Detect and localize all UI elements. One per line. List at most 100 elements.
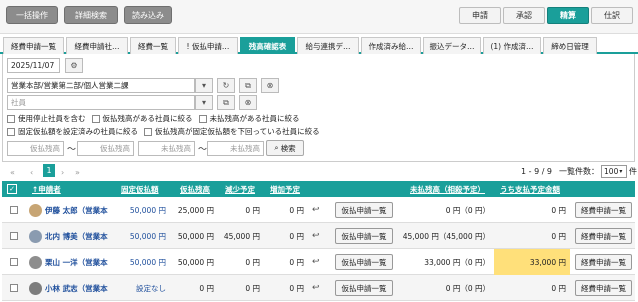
tab-transfer-data[interactable]: 振込データ… (423, 37, 481, 54)
bulk-action-button[interactable]: 一括操作 (6, 6, 58, 24)
applicant-name[interactable]: 小林 武志（営業本 (45, 283, 108, 294)
chevron-down-icon: ▾ (619, 168, 623, 175)
tab-closing-dates[interactable]: 締め日管理 (543, 37, 597, 54)
header-fixed-advance[interactable]: 固定仮払額 (121, 181, 159, 197)
unpaid-balance-max-input[interactable]: 未払残高 (207, 141, 264, 156)
advance-list-button[interactable]: 仮払申請一覧 (335, 228, 393, 244)
fixed-advance-value[interactable]: 50,000 円 (114, 197, 166, 223)
pager-first[interactable]: « (10, 166, 15, 178)
avatar (29, 229, 42, 243)
applicant-name[interactable]: 北内 博美（営業本 (45, 231, 108, 242)
employee-select[interactable]: 社員 (7, 95, 195, 110)
applicant-cell[interactable]: 小林 武志（営業本 (29, 275, 108, 301)
tab-advance-requests[interactable]: ! 仮払申請… (178, 37, 238, 54)
header-unpaid-balance[interactable]: 未払残高（相殺予定） (410, 181, 485, 197)
fixed-advance-value[interactable]: 50,000 円 (114, 249, 166, 275)
settings-icon[interactable]: ⚙ (65, 58, 83, 73)
advance-balance-max-input[interactable]: 仮払残高 (77, 141, 134, 156)
header-applicant[interactable]: ↑申請者 (32, 181, 61, 197)
tab-expense-list[interactable]: 経費申請一覧 (3, 37, 64, 54)
avatar (29, 255, 42, 269)
undo-icon[interactable]: ↩ (312, 223, 320, 249)
undo-icon[interactable]: ↩ (312, 275, 320, 301)
advanced-search-button[interactable]: 詳細検索 (64, 6, 118, 24)
undo-icon[interactable]: ↩ (312, 197, 320, 223)
import-button[interactable]: 読み込み (124, 6, 172, 24)
applicant-cell[interactable]: 北内 博美（営業本 (29, 223, 108, 249)
pager-prev[interactable]: ‹ (30, 166, 33, 178)
tab-created-payroll[interactable]: 作成済み給… (361, 37, 421, 54)
applicant-name[interactable]: 伊藤 太郎（営業本 (45, 205, 108, 216)
expense-list-button[interactable]: 経費申請一覧 (575, 228, 632, 244)
tab-payroll-link[interactable]: 給与連携デ… (297, 37, 359, 54)
header-decrease-planned[interactable]: 減少予定 (225, 181, 255, 197)
clear-icon[interactable]: ⊗ (261, 78, 279, 93)
tab-expense-items[interactable]: 経費一覧 (130, 37, 176, 54)
mode-settle-button[interactable]: 精算 (547, 7, 589, 24)
row-checkbox[interactable] (10, 223, 21, 249)
tab-balance-check[interactable]: 残高確認表 (240, 37, 295, 54)
select-all-checkbox[interactable]: ✓ (7, 184, 17, 194)
expense-list-button[interactable]: 経費申請一覧 (575, 202, 632, 218)
pager-current-page[interactable]: 1 (43, 164, 55, 177)
expense-list-button[interactable]: 経費申請一覧 (575, 254, 632, 270)
advance-list-button[interactable]: 仮払申請一覧 (335, 202, 393, 218)
pager-next[interactable]: › (61, 166, 64, 178)
decrease-planned-value: 45,000 円 (223, 231, 260, 241)
advance-balance-value: 25,000 円 (177, 205, 214, 215)
fixed-advance-value[interactable]: 設定なし (114, 275, 166, 301)
increase-planned-value: 0 円 (289, 205, 304, 215)
copy-icon[interactable]: ⧉ (239, 78, 257, 93)
refresh-icon[interactable]: ↻ (217, 78, 235, 93)
expense-list-button[interactable]: 経費申請一覧 (575, 280, 632, 296)
tab-created-transfers[interactable]: (1) 作成済… (483, 37, 541, 54)
filter-checkboxes-row1: 使用停止社員を含む 仮払残高がある社員に絞る 未払残高がある社員に絞る (7, 113, 300, 124)
mode-approve-button[interactable]: 承認 (503, 7, 545, 24)
decrease-planned-value: 0 円 (245, 205, 260, 215)
include-inactive-label: 使用停止社員を含む (18, 114, 86, 123)
advance-list-button[interactable]: 仮払申請一覧 (335, 254, 393, 270)
mode-apply-button[interactable]: 申請 (459, 7, 501, 24)
include-inactive-checkbox[interactable] (7, 114, 15, 123)
date-input[interactable]: 2025/11/07 (7, 58, 60, 73)
undo-icon[interactable]: ↩ (312, 249, 320, 275)
per-page-select[interactable]: 100 ▾ (601, 165, 628, 178)
tab-expense-by-employee[interactable]: 経費申請社… (66, 37, 128, 54)
fixed-advance-set-checkbox[interactable] (7, 127, 15, 136)
advance-list-button[interactable]: 仮払申請一覧 (335, 280, 393, 296)
pager-last[interactable]: » (75, 166, 80, 178)
applicant-name[interactable]: 栗山 一洋（営業本 (45, 257, 108, 268)
advance-balance-value: 0 円 (199, 283, 214, 293)
record-range: 1 - 9 / 9 (521, 167, 553, 176)
row-checkbox[interactable] (10, 249, 21, 275)
below-fixed-advance-checkbox[interactable] (144, 127, 152, 136)
applicant-cell[interactable]: 伊藤 太郎（営業本 (29, 197, 108, 223)
unpaid-balance-value: 45,000 円（45,000 円） (402, 231, 490, 241)
row-checkbox[interactable] (10, 275, 21, 301)
chevron-down-icon[interactable]: ▾ (195, 95, 213, 110)
range-separator: 〜 (198, 145, 208, 155)
filter-checkboxes-row2: 固定仮払額を設定済みの社員に絞る 仮払残高が固定仮払額を下回っている社員に絞る (7, 126, 320, 137)
search-icon: ⌕ (274, 143, 279, 152)
advance-balance-checkbox[interactable] (91, 114, 100, 123)
mode-journal-button[interactable]: 仕訳 (591, 7, 633, 24)
advance-balance-value: 50,000 円 (177, 257, 214, 267)
payment-planned-value: 0 円 (551, 231, 566, 241)
unpaid-balance-label: 未払残高がある社員に絞る (209, 114, 300, 123)
header-payment-planned[interactable]: うち支払予定金額 (500, 181, 560, 197)
search-button[interactable]: ⌕ 検索 (266, 140, 304, 156)
department-select[interactable]: 営業本部/営業第二部/個人営業二課 (7, 78, 195, 93)
unpaid-balance-value: 0 円（0 円） (445, 283, 490, 293)
chevron-down-icon[interactable]: ▾ (195, 78, 213, 93)
increase-planned-value: 0 円 (289, 283, 304, 293)
advance-balance-min-input[interactable]: 仮払残高 (7, 141, 64, 156)
header-advance-balance[interactable]: 仮払残高 (180, 181, 210, 197)
unpaid-balance-checkbox[interactable] (198, 114, 207, 123)
applicant-cell[interactable]: 栗山 一洋（営業本 (29, 249, 108, 275)
row-checkbox[interactable] (10, 197, 21, 223)
header-increase-planned[interactable]: 増加予定 (270, 181, 300, 197)
unpaid-balance-min-input[interactable]: 未払残高 (138, 141, 195, 156)
copy-icon[interactable]: ⧉ (217, 95, 235, 110)
clear-icon[interactable]: ⊗ (239, 95, 257, 110)
fixed-advance-value[interactable]: 50,000 円 (114, 223, 166, 249)
